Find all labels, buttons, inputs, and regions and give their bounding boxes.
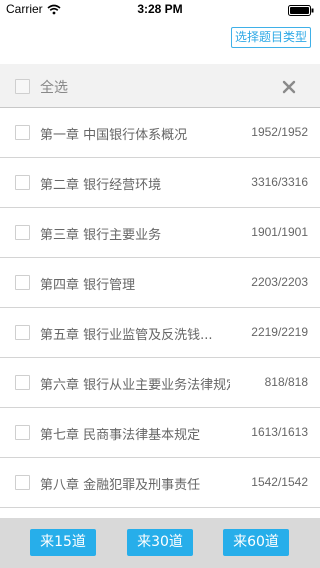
chapter-count: 818/818	[264, 375, 308, 389]
select-question-type-button[interactable]: 选择题目类型	[230, 27, 311, 48]
chapter-title: 第四章 银行管理	[40, 278, 136, 293]
chapter-count: 2203/2203	[251, 275, 308, 289]
chapter-checkbox[interactable]	[15, 125, 30, 140]
battery-icon	[288, 5, 314, 16]
chapter-count: 2219/2219	[251, 325, 308, 339]
chapter-title: 第六章 银行从业主要业务法律规定	[40, 378, 230, 393]
quiz-30-button[interactable]: 来30道	[127, 529, 193, 556]
chapter-checkbox[interactable]	[15, 425, 30, 440]
chapter-title: 第一章 中国银行体系概况	[40, 128, 188, 143]
quiz-60-button[interactable]: 来60道	[223, 529, 289, 556]
chapter-count: 1901/1901	[251, 225, 308, 239]
status-time: 3:28 PM	[137, 2, 183, 16]
select-all-label: 全选	[40, 80, 68, 96]
chapter-count: 1613/1613	[251, 425, 308, 439]
chapter-list: 第一章 中国银行体系概况 1952/1952 第二章 银行经营环境 3316/3…	[0, 108, 320, 508]
close-icon[interactable]	[282, 80, 296, 94]
chapter-checkbox[interactable]	[15, 275, 30, 290]
chapter-checkbox[interactable]	[15, 475, 30, 490]
status-bar: Carrier 3:28 PM	[0, 0, 320, 20]
chapter-row[interactable]: 第六章 银行从业主要业务法律规定 818/818	[0, 358, 320, 408]
chapter-checkbox[interactable]	[15, 225, 30, 240]
chapter-checkbox[interactable]	[15, 325, 30, 340]
chapter-row[interactable]: 第三章 银行主要业务 1901/1901	[0, 208, 320, 258]
chapter-row[interactable]: 第八章 金融犯罪及刑事责任 1542/1542	[0, 458, 320, 508]
chapter-title: 第五章 银行业监管及反洗钱...	[40, 328, 213, 343]
chapter-checkbox[interactable]	[15, 375, 30, 390]
chapter-count: 3316/3316	[251, 175, 308, 189]
chapter-title: 第三章 银行主要业务	[40, 228, 162, 243]
chapter-title: 第八章 金融犯罪及刑事责任	[40, 478, 201, 493]
chapter-title: 第二章 银行经营环境	[40, 178, 162, 193]
bottom-bar: 来15道 来30道 来60道	[0, 518, 320, 568]
chapter-row[interactable]: 第一章 中国银行体系概况 1952/1952	[0, 108, 320, 158]
chapter-row[interactable]: 第二章 银行经营环境 3316/3316	[0, 158, 320, 208]
chapter-row[interactable]: 第七章 民商事法律基本规定 1613/1613	[0, 408, 320, 458]
nav-bar: 选择题目类型	[0, 20, 320, 64]
chapter-count: 1952/1952	[251, 125, 308, 139]
chapter-row[interactable]: 第四章 银行管理 2203/2203	[0, 258, 320, 308]
chapter-checkbox[interactable]	[15, 175, 30, 190]
chapter-count: 1542/1542	[251, 475, 308, 489]
select-all-checkbox[interactable]	[15, 79, 30, 94]
select-all-row[interactable]: 全选	[0, 64, 320, 108]
chapter-title: 第七章 民商事法律基本规定	[40, 428, 201, 443]
chapter-row[interactable]: 第五章 银行业监管及反洗钱... 2219/2219	[0, 308, 320, 358]
quiz-15-button[interactable]: 来15道	[30, 529, 96, 556]
